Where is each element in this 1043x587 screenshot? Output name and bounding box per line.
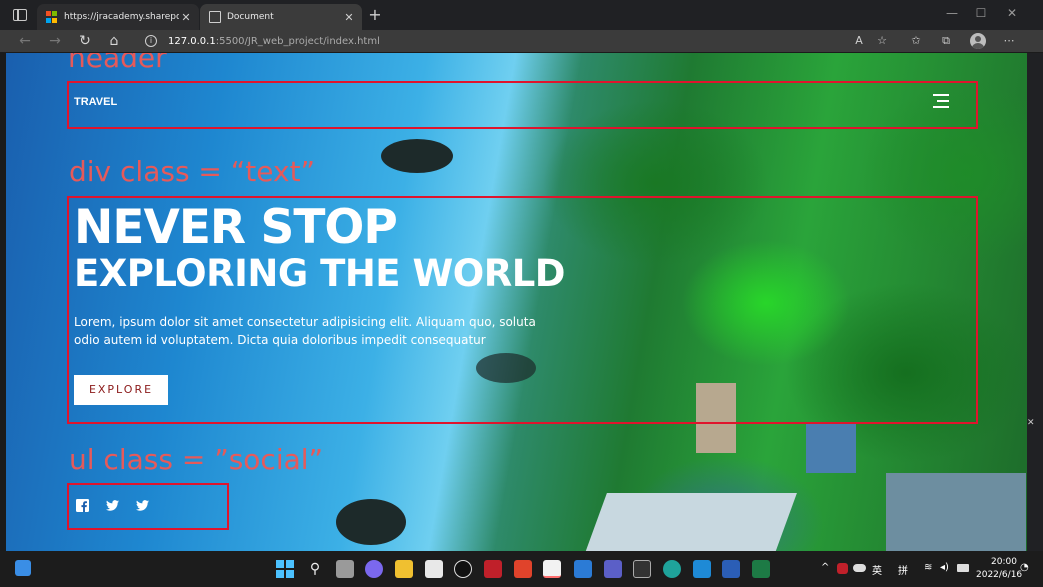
tab-actions-icon[interactable] xyxy=(13,9,27,21)
tray-mcafee-icon[interactable] xyxy=(837,563,848,574)
village-roofs-shape xyxy=(886,473,1026,551)
annotation-label-header: header xyxy=(68,53,167,74)
office-icon[interactable] xyxy=(514,560,532,578)
twitter-icon[interactable] xyxy=(136,499,149,512)
clock-time[interactable]: 20:00 xyxy=(991,557,1017,567)
wifi-icon[interactable]: ≋ xyxy=(924,562,932,573)
maximize-button[interactable]: ☐ xyxy=(973,6,989,20)
rock-shape xyxy=(381,139,453,173)
notification-icon[interactable]: ◔ xyxy=(1020,562,1029,573)
annotation-label-text: div class = “text” xyxy=(69,155,316,188)
search-icon[interactable]: ⚲ xyxy=(306,560,324,578)
forward-arrow-icon[interactable]: → xyxy=(46,32,64,50)
hero-title: NEVER STOP xyxy=(74,200,398,255)
battery-icon[interactable] xyxy=(957,564,969,572)
annotation-label-social: ul class = ”social” xyxy=(69,443,324,476)
volume-icon[interactable]: ◂) xyxy=(940,562,949,573)
read-aloud-icon[interactable]: A xyxy=(851,33,867,49)
social-list xyxy=(76,499,166,513)
favorites-icon[interactable]: ✩ xyxy=(908,33,924,49)
file-explorer-icon[interactable] xyxy=(395,560,413,578)
minimize-button[interactable]: — xyxy=(944,6,960,20)
url-path: :5500/JR_web_project/index.html xyxy=(215,35,380,47)
info-icon[interactable]: i xyxy=(145,35,157,47)
onedrive-icon[interactable] xyxy=(853,564,866,572)
add-favorite-icon[interactable]: ☆ xyxy=(874,33,890,49)
browser-toolbar: ← → ↻ ⌂ i 127.0.0.1 :5500/JR_web_project… xyxy=(0,30,1043,52)
mcafee-icon[interactable] xyxy=(484,560,502,578)
collections-icon[interactable]: ⧉ xyxy=(938,33,954,49)
tab-title: https://jracademy.sharepoint.com xyxy=(64,12,179,22)
tab-sharepoint[interactable]: https://jracademy.sharepoint.com ✕ xyxy=(37,4,199,30)
close-panel-icon[interactable]: ✕ xyxy=(1027,418,1035,428)
tab-close-icon[interactable]: ✕ xyxy=(179,11,193,24)
taskbar: ⚲ ^ 英 拼 ≋ ◂) 20:00 2022/6/16 ◔ xyxy=(0,551,1043,587)
side-panel-rail xyxy=(1027,53,1043,551)
teams-icon[interactable] xyxy=(604,560,622,578)
back-arrow-icon[interactable]: ← xyxy=(16,32,34,50)
profile-avatar-icon[interactable] xyxy=(970,33,986,49)
url-host: 127.0.0.1 xyxy=(168,35,216,47)
tab-close-icon[interactable]: ✕ xyxy=(342,11,356,24)
tray-overflow-icon[interactable]: ^ xyxy=(821,562,829,573)
microsoft-logo-icon xyxy=(46,11,58,23)
task-view-icon[interactable] xyxy=(336,560,354,578)
home-icon[interactable]: ⌂ xyxy=(105,32,123,50)
social-item-twitter[interactable] xyxy=(136,499,166,513)
address-bar[interactable]: i 127.0.0.1 :5500/JR_web_project/index.h… xyxy=(135,32,900,50)
twitter-icon[interactable] xyxy=(106,499,119,512)
building-roof-shape xyxy=(585,493,797,551)
hut-roof-shape xyxy=(806,423,856,473)
hero-subtitle: EXPLORING THE WORLD xyxy=(74,252,566,295)
tab-title: Document xyxy=(227,12,274,22)
tab-document[interactable]: Document ✕ xyxy=(200,4,362,30)
edge-icon[interactable] xyxy=(663,560,681,578)
start-windows-icon[interactable] xyxy=(276,560,294,578)
close-window-button[interactable]: ✕ xyxy=(1004,6,1020,20)
rock-shape xyxy=(336,499,406,545)
more-menu-icon[interactable]: ⋯ xyxy=(1001,33,1017,49)
store-icon[interactable] xyxy=(425,560,443,578)
widgets-icon[interactable] xyxy=(15,560,31,576)
terminal-icon[interactable] xyxy=(633,560,651,578)
hero-paragraph: Lorem, ipsum dolor sit amet consectetur … xyxy=(74,315,536,347)
social-item-facebook[interactable] xyxy=(76,499,106,513)
vscode-icon[interactable] xyxy=(693,560,711,578)
snipping-tool-icon[interactable] xyxy=(543,560,561,578)
site-logo[interactable]: TRAVEL xyxy=(74,96,117,108)
dell-icon[interactable] xyxy=(454,560,472,578)
social-item-twitter[interactable] xyxy=(106,499,136,513)
word-icon[interactable] xyxy=(722,560,740,578)
ime-language[interactable]: 英 xyxy=(872,562,882,577)
chat-icon[interactable] xyxy=(365,560,383,578)
excel-icon[interactable] xyxy=(752,560,770,578)
annotation-box-header xyxy=(67,81,978,129)
document-icon xyxy=(209,11,221,23)
refresh-icon[interactable]: ↻ xyxy=(76,32,94,50)
browser-tab-bar: https://jracademy.sharepoint.com ✕ Docum… xyxy=(0,0,1043,30)
new-tab-button[interactable]: + xyxy=(367,6,383,24)
hamburger-menu-icon[interactable] xyxy=(933,94,949,108)
ime-mode[interactable]: 拼 xyxy=(898,562,908,577)
clock-date[interactable]: 2022/6/16 xyxy=(976,570,1022,580)
page-viewport: header TRAVEL div class = “text” NEVER S… xyxy=(6,53,1027,551)
explore-button[interactable]: EXPLORE xyxy=(74,375,168,405)
facebook-icon[interactable] xyxy=(76,499,89,512)
translator-icon[interactable] xyxy=(574,560,592,578)
